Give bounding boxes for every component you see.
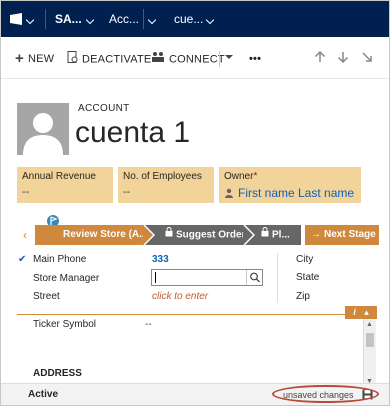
- vertical-scrollbar[interactable]: ▲ ▼: [363, 319, 376, 387]
- command-bar: + NEW DEACTIVATE CONNECT •••: [1, 37, 389, 79]
- collapse-chevron-icon: ▴: [364, 307, 369, 317]
- info-icon: i: [353, 307, 356, 317]
- address-section-heading: ADDRESS: [33, 368, 82, 379]
- stage-separator-chevron: [243, 225, 255, 245]
- nav-record-link[interactable]: cue...: [174, 1, 203, 37]
- plus-icon: +: [15, 50, 24, 68]
- ticker-symbol-value[interactable]: --: [145, 319, 152, 330]
- new-button-label: NEW: [27, 53, 55, 65]
- top-nav-bar: SA... Acc... cue...: [1, 1, 389, 37]
- person-silhouette-icon: [23, 113, 63, 155]
- required-asterisk: *: [253, 171, 258, 182]
- zip-label: Zip: [296, 291, 310, 302]
- expand-icon[interactable]: [361, 51, 373, 67]
- stage-separator-chevron: [143, 225, 155, 245]
- employees-label: No. of Employees: [123, 171, 202, 182]
- nav-area-chevron-icon[interactable]: [147, 1, 157, 37]
- cmd-separator: [219, 51, 220, 67]
- stage-review-store[interactable]: Review Store (A...: [35, 225, 157, 245]
- nav-record-chevron-icon[interactable]: [205, 1, 215, 37]
- main-phone-value[interactable]: 333: [152, 254, 169, 265]
- annual-revenue-value: --: [22, 186, 30, 198]
- nav-org-link[interactable]: SA...: [55, 1, 82, 37]
- store-manager-input[interactable]: [151, 269, 263, 286]
- annual-revenue-field[interactable]: Annual Revenue --: [17, 167, 113, 203]
- connect-dropdown-icon[interactable]: [225, 50, 233, 66]
- owner-name-link[interactable]: First name Last name: [238, 186, 354, 200]
- text-cursor: [155, 272, 156, 283]
- annual-revenue-label: Annual Revenue: [22, 171, 96, 182]
- app-logo-icon[interactable]: [9, 1, 23, 37]
- street-label: Street: [33, 291, 60, 302]
- employees-value: --: [123, 186, 131, 198]
- unsaved-highlight-ring: [272, 385, 379, 403]
- owner-label-text: Owner: [224, 171, 254, 182]
- connect-button-label: CONNECT: [169, 53, 225, 66]
- connect-people-icon: [151, 51, 165, 68]
- scroll-up-icon[interactable]: ▲: [366, 321, 373, 328]
- down-arrow-icon[interactable]: [337, 51, 349, 67]
- owner-field[interactable]: Owner* First name Last name: [219, 167, 361, 203]
- business-process-bar: ‹ Review Store (A... Suggest Order Pl...…: [17, 225, 379, 245]
- lock-icon: [165, 225, 173, 245]
- next-stage-label: Next Stage: [324, 229, 376, 240]
- nav-separator: [143, 9, 144, 29]
- ticker-symbol-label: Ticker Symbol: [33, 319, 96, 330]
- deactivate-button[interactable]: DEACTIVATE: [67, 51, 151, 67]
- process-prev-chevron-icon[interactable]: ‹: [17, 225, 33, 245]
- nav-separator: [45, 9, 46, 29]
- scrollbar-thumb[interactable]: [366, 333, 374, 347]
- record-status: Active: [28, 389, 59, 400]
- account-avatar[interactable]: [17, 103, 69, 155]
- deactivate-button-label: DEACTIVATE: [82, 53, 152, 66]
- connect-button[interactable]: CONNECT: [151, 51, 225, 67]
- lookup-search-icon[interactable]: [246, 270, 262, 285]
- nav-area-link[interactable]: Acc...: [109, 1, 139, 37]
- checkmark-icon: ✔: [18, 254, 27, 265]
- stage-pl-label: Pl...: [272, 229, 290, 241]
- main-phone-label: Main Phone: [33, 254, 87, 265]
- app-frame: SA... Acc... cue... + NEW DEACTIVATE CONN…: [0, 0, 390, 406]
- city-label: City: [296, 254, 314, 265]
- section-divider: [17, 314, 361, 315]
- app-menu-chevron-icon[interactable]: [25, 1, 35, 37]
- arrow-right-icon: →: [311, 229, 321, 240]
- more-commands-button[interactable]: •••: [249, 51, 261, 67]
- state-label: State: [296, 272, 320, 283]
- store-manager-label: Store Manager: [33, 273, 100, 284]
- street-value[interactable]: click to enter: [152, 291, 208, 302]
- next-stage-button[interactable]: → Next Stage: [305, 225, 379, 245]
- deactivate-document-icon: [67, 51, 78, 68]
- lock-icon: [261, 225, 269, 245]
- new-button[interactable]: + NEW: [15, 51, 54, 67]
- stage-suggest-order[interactable]: Suggest Order: [143, 225, 253, 245]
- up-arrow-icon[interactable]: [314, 50, 326, 67]
- owner-label: Owner*: [224, 171, 356, 182]
- owner-value[interactable]: First name Last name: [224, 186, 356, 201]
- stage-suggest-order-label: Suggest Order: [176, 229, 246, 241]
- employees-field[interactable]: No. of Employees --: [118, 167, 214, 203]
- record-name-title[interactable]: cuenta 1: [75, 116, 190, 150]
- info-tab[interactable]: i ▴: [345, 306, 377, 319]
- nav-org-chevron-icon[interactable]: [85, 1, 95, 37]
- entity-type-label: ACCOUNT: [78, 103, 130, 114]
- column-divider: [277, 253, 278, 303]
- owner-user-icon: [224, 188, 234, 201]
